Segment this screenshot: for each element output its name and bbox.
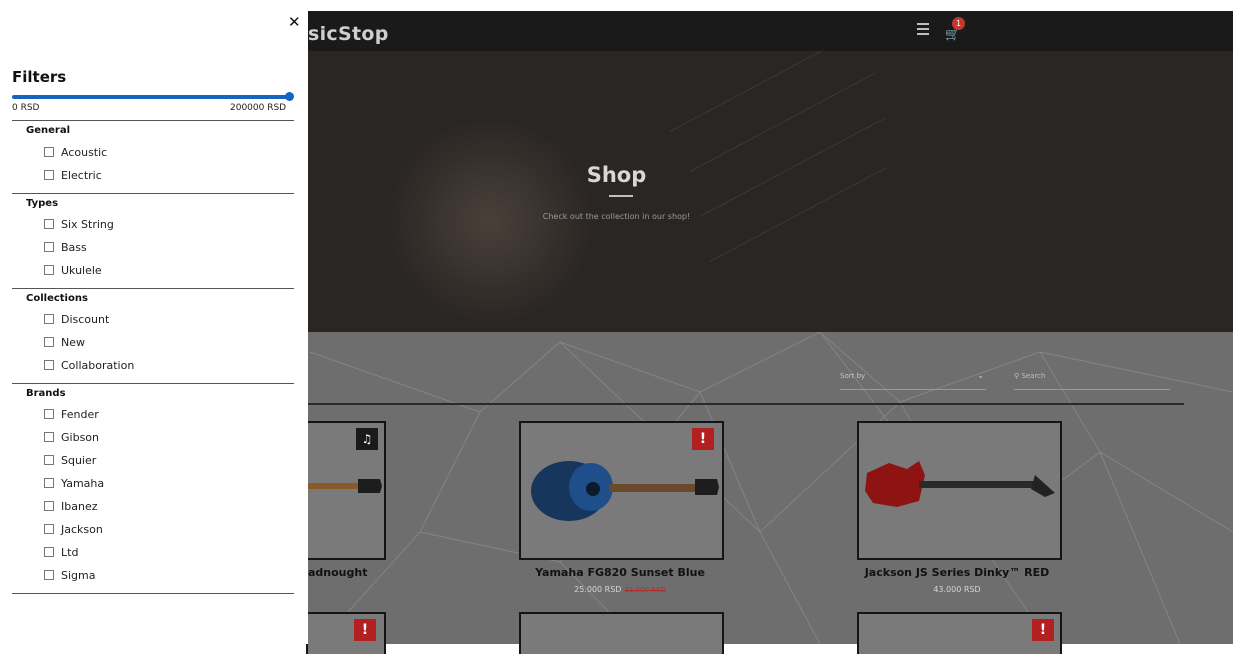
filter-option-fender[interactable]: Fender xyxy=(44,408,99,422)
filter-option-squier[interactable]: Squier xyxy=(44,454,96,468)
filter-option-acoustic[interactable]: Acoustic xyxy=(44,146,107,160)
product-price: 43.000 RSD xyxy=(933,585,981,594)
checkbox[interactable] xyxy=(44,570,54,580)
filter-option-ltd[interactable]: Ltd xyxy=(44,546,78,560)
current-price: 25.000 RSD xyxy=(574,585,622,594)
filter-option-collaboration[interactable]: Collaboration xyxy=(44,359,134,373)
option-label: Gibson xyxy=(61,431,99,444)
filter-sidebar: ✕ Filters 0 RSD 200000 RSD General Acous… xyxy=(0,0,308,644)
discount-badge-icon: ! xyxy=(1032,619,1054,641)
filter-option-ibanez[interactable]: Ibanez xyxy=(44,500,97,514)
discount-badge-icon: ! xyxy=(354,619,376,641)
option-label: Discount xyxy=(61,313,110,326)
option-label: Squier xyxy=(61,454,97,467)
checkbox[interactable] xyxy=(44,360,54,370)
checkbox[interactable] xyxy=(44,455,54,465)
option-label: Bass xyxy=(61,241,87,254)
checkbox[interactable] xyxy=(44,524,54,534)
search-icon: ⚲ xyxy=(1014,372,1020,380)
group-divider xyxy=(12,593,294,594)
hamburger-menu-icon[interactable] xyxy=(917,23,929,35)
guitar-image xyxy=(865,461,1055,507)
checkbox[interactable] xyxy=(44,501,54,511)
option-label: Yamaha xyxy=(61,477,105,490)
filter-option-yamaha[interactable]: Yamaha xyxy=(44,477,104,491)
group-divider xyxy=(12,193,294,194)
checkbox[interactable] xyxy=(44,409,54,419)
checkbox[interactable] xyxy=(44,547,54,557)
price-min-label: 0 RSD xyxy=(12,103,40,113)
product-title[interactable]: adnought xyxy=(308,566,368,579)
option-label: Sigma xyxy=(61,569,96,582)
filter-option-six-string[interactable]: Six String xyxy=(44,218,114,232)
filter-option-electric[interactable]: Electric xyxy=(44,169,102,183)
close-icon[interactable]: ✕ xyxy=(288,13,301,31)
checkbox[interactable] xyxy=(44,147,54,157)
title-underline xyxy=(609,195,633,197)
brand-logo[interactable]: sicStop xyxy=(308,23,389,45)
sort-select[interactable]: Sort by ⌄ xyxy=(840,371,986,390)
product-image[interactable] xyxy=(519,612,724,654)
cart-count-badge: 1 xyxy=(952,17,965,30)
filter-group-collections: Collections xyxy=(26,293,88,304)
price-range-thumb[interactable] xyxy=(285,92,294,101)
product-title[interactable]: Yamaha FG820 Sunset Blue xyxy=(500,566,740,579)
sort-label: Sort by xyxy=(840,372,866,380)
filter-option-discount[interactable]: Discount xyxy=(44,313,109,327)
option-label: Fender xyxy=(61,408,99,421)
checkbox[interactable] xyxy=(44,432,54,442)
product-title[interactable]: Jackson JS Series Dinky™ RED xyxy=(837,566,1077,579)
filter-group-general: General xyxy=(26,125,70,136)
checkbox[interactable] xyxy=(44,265,54,275)
group-divider xyxy=(12,120,294,121)
toolbar-divider xyxy=(308,403,1184,405)
filter-option-sigma[interactable]: Sigma xyxy=(44,569,95,583)
checkbox[interactable] xyxy=(44,242,54,252)
option-label: Jackson xyxy=(61,523,103,536)
discount-badge-icon: ! xyxy=(692,428,714,450)
price-max-label: 200000 RSD xyxy=(230,103,287,113)
filter-group-brands: Brands xyxy=(26,388,66,399)
product-price: 25.000 RSD 32.000 RSD xyxy=(500,585,740,594)
chevron-down-icon: ⌄ xyxy=(977,371,984,380)
filter-option-gibson[interactable]: Gibson xyxy=(44,431,99,445)
search-placeholder: Search xyxy=(1021,372,1046,380)
group-divider xyxy=(12,288,294,289)
option-label: Acoustic xyxy=(61,146,108,159)
search-input[interactable]: ⚲ Search xyxy=(1014,372,1170,390)
checkbox[interactable] xyxy=(44,170,54,180)
price-range-slider[interactable] xyxy=(12,95,288,99)
filters-title: Filters xyxy=(12,68,67,86)
filter-option-ukulele[interactable]: Ukulele xyxy=(44,264,102,278)
option-label: Collaboration xyxy=(61,359,135,372)
option-label: New xyxy=(61,336,85,349)
checkbox[interactable] xyxy=(44,219,54,229)
checkbox[interactable] xyxy=(44,478,54,488)
product-image[interactable] xyxy=(857,421,1062,560)
filter-option-jackson[interactable]: Jackson xyxy=(44,523,103,537)
guitar-badge-icon: ♫ xyxy=(356,428,378,450)
filter-group-types: Types xyxy=(26,198,59,209)
checkbox[interactable] xyxy=(44,337,54,347)
filter-option-new[interactable]: New xyxy=(44,336,85,350)
group-divider xyxy=(12,383,294,384)
option-label: Six String xyxy=(61,218,114,231)
option-label: Ukulele xyxy=(61,264,102,277)
option-label: Ibanez xyxy=(61,500,98,513)
old-price: 32.000 RSD xyxy=(624,586,666,594)
filter-option-bass[interactable]: Bass xyxy=(44,241,87,255)
checkbox[interactable] xyxy=(44,314,54,324)
option-label: Electric xyxy=(61,169,102,182)
option-label: Ltd xyxy=(61,546,79,559)
